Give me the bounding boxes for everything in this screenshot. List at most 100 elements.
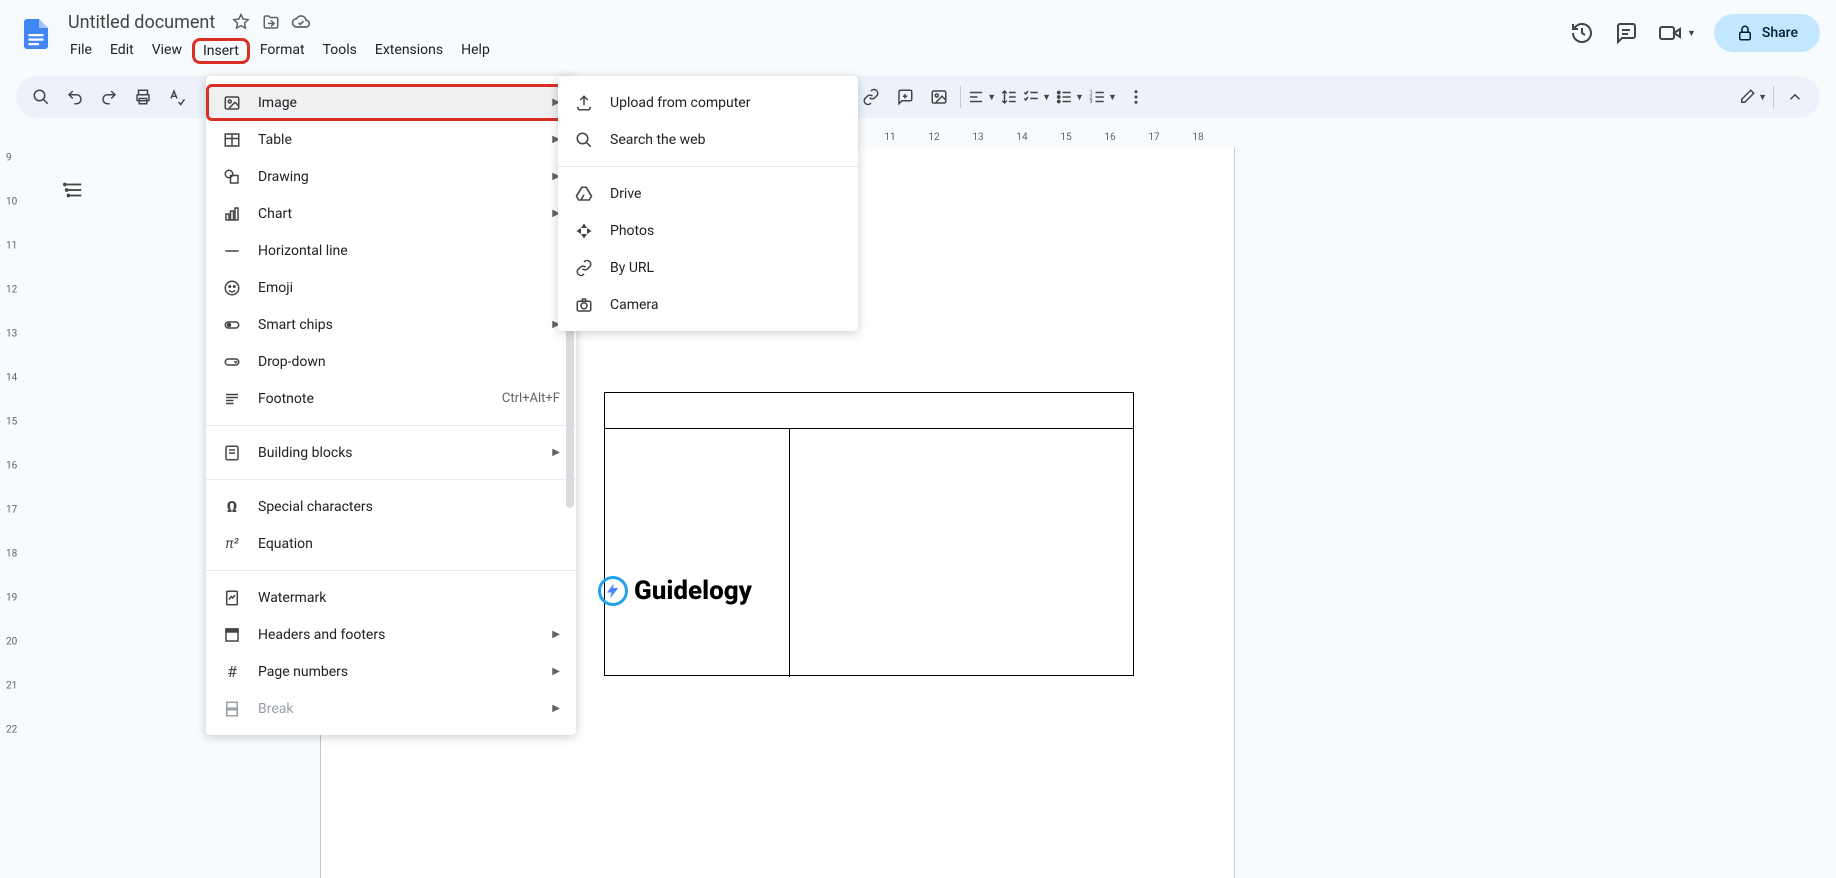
menu-divider bbox=[206, 570, 576, 571]
headersfooters-icon bbox=[222, 625, 242, 645]
menu-insert[interactable]: Insert bbox=[192, 38, 250, 64]
menu-format[interactable]: Format bbox=[252, 38, 313, 64]
menu-tools[interactable]: Tools bbox=[315, 38, 365, 64]
menu-item-label: Image bbox=[258, 95, 536, 111]
image-byurl-item[interactable]: By URL bbox=[558, 249, 858, 286]
insert-hline-item[interactable]: Horizontal line bbox=[206, 232, 576, 269]
insert-pagenumbers-item[interactable]: # Page numbers ▶ bbox=[206, 653, 576, 690]
pagenumbers-icon: # bbox=[222, 662, 242, 682]
image-search-item[interactable]: Search the web bbox=[558, 121, 858, 158]
insert-specialchars-item[interactable]: Ω Special characters bbox=[206, 488, 576, 525]
menu-item-label: Search the web bbox=[610, 132, 842, 148]
menu-item-label: Smart chips bbox=[258, 317, 536, 333]
vertical-ruler[interactable]: 910111213141516171819202122 bbox=[4, 148, 22, 878]
menu-item-label: Chart bbox=[258, 206, 536, 222]
insert-dropdown-item[interactable]: Drop-down bbox=[206, 343, 576, 380]
history-icon[interactable] bbox=[1569, 20, 1595, 46]
menu-item-label: Building blocks bbox=[258, 445, 536, 461]
lock-icon bbox=[1736, 24, 1754, 42]
image-submenu: Upload from computer Search the web Driv… bbox=[558, 76, 858, 331]
menu-divider bbox=[558, 166, 858, 167]
watermark-logo: Guidelogy bbox=[598, 576, 752, 606]
smartchips-icon bbox=[222, 315, 242, 335]
watermark-text: Guidelogy bbox=[634, 576, 752, 606]
document-title[interactable]: Untitled document bbox=[62, 10, 221, 35]
menu-extensions[interactable]: Extensions bbox=[367, 38, 451, 64]
insert-drawing-item[interactable]: Drawing ▶ bbox=[206, 158, 576, 195]
table-row[interactable] bbox=[605, 429, 1133, 677]
comments-icon[interactable] bbox=[1613, 20, 1639, 46]
menu-file[interactable]: File bbox=[62, 38, 100, 64]
editing-mode-button[interactable]: ▼ bbox=[1738, 88, 1767, 106]
undo-button[interactable] bbox=[60, 82, 90, 112]
header-right: ▼ Share bbox=[1569, 8, 1820, 52]
menu-item-label: By URL bbox=[610, 260, 842, 276]
image-drive-item[interactable]: Drive bbox=[558, 175, 858, 212]
menu-item-label: Footnote bbox=[258, 391, 486, 407]
image-icon bbox=[222, 93, 242, 113]
menu-help[interactable]: Help bbox=[453, 38, 498, 64]
header: Untitled document File Edit View Insert … bbox=[0, 0, 1836, 68]
docs-logo[interactable] bbox=[16, 8, 56, 60]
search-menus-button[interactable] bbox=[26, 82, 56, 112]
menu-item-label: Drive bbox=[610, 186, 842, 202]
checklist-button[interactable]: ▼ bbox=[1022, 88, 1051, 106]
drive-icon bbox=[574, 184, 594, 204]
menu-item-label: Drawing bbox=[258, 169, 536, 185]
guidelogy-icon bbox=[598, 576, 628, 606]
image-camera-item[interactable]: Camera bbox=[558, 286, 858, 323]
collapse-toolbar-button[interactable] bbox=[1780, 82, 1810, 112]
align-button[interactable]: ▼ bbox=[967, 88, 996, 106]
show-outline-button[interactable] bbox=[56, 172, 92, 208]
star-icon[interactable] bbox=[231, 12, 251, 32]
menu-divider bbox=[206, 425, 576, 426]
meet-icon bbox=[1657, 20, 1683, 46]
document-table[interactable] bbox=[604, 392, 1134, 676]
insert-watermark-item[interactable]: Watermark bbox=[206, 579, 576, 616]
image-upload-item[interactable]: Upload from computer bbox=[558, 84, 858, 121]
insert-chart-item[interactable]: Chart ▶ bbox=[206, 195, 576, 232]
insert-emoji-item[interactable]: Emoji bbox=[206, 269, 576, 306]
print-button[interactable] bbox=[128, 82, 158, 112]
table-icon bbox=[222, 130, 242, 150]
insert-image-button[interactable] bbox=[924, 82, 954, 112]
chart-icon bbox=[222, 204, 242, 224]
menu-edit[interactable]: Edit bbox=[102, 38, 142, 64]
insert-equation-item[interactable]: π² Equation bbox=[206, 525, 576, 562]
bulleted-list-button[interactable]: ▼ bbox=[1055, 88, 1084, 106]
menu-view[interactable]: View bbox=[144, 38, 190, 64]
search-icon bbox=[574, 130, 594, 150]
menu-item-label: Drop-down bbox=[258, 354, 560, 370]
share-button[interactable]: Share bbox=[1714, 14, 1820, 52]
equation-icon: π² bbox=[222, 534, 242, 554]
insert-headersfooters-item[interactable]: Headers and footers ▶ bbox=[206, 616, 576, 653]
svg-text:3: 3 bbox=[1089, 99, 1092, 105]
upload-icon bbox=[574, 93, 594, 113]
menu-divider bbox=[206, 479, 576, 480]
cloud-status-icon[interactable] bbox=[291, 12, 311, 32]
numbered-list-button[interactable]: 123▼ bbox=[1088, 88, 1117, 106]
link-icon bbox=[574, 258, 594, 278]
insert-footnote-item[interactable]: Footnote Ctrl+Alt+F bbox=[206, 380, 576, 417]
share-label: Share bbox=[1762, 25, 1798, 41]
redo-button[interactable] bbox=[94, 82, 124, 112]
insert-table-item[interactable]: Table ▶ bbox=[206, 121, 576, 158]
title-area: Untitled document File Edit View Insert … bbox=[62, 8, 1569, 64]
spellcheck-button[interactable] bbox=[162, 82, 192, 112]
insert-image-item[interactable]: Image ▶ bbox=[206, 84, 576, 121]
line-spacing-button[interactable] bbox=[1000, 88, 1018, 106]
camera-icon bbox=[574, 295, 594, 315]
insert-smartchips-item[interactable]: Smart chips ▶ bbox=[206, 306, 576, 343]
menu-item-label: Upload from computer bbox=[610, 95, 842, 111]
add-comment-button[interactable] bbox=[890, 82, 920, 112]
move-icon[interactable] bbox=[261, 12, 281, 32]
image-photos-item[interactable]: Photos bbox=[558, 212, 858, 249]
menu-item-label: Headers and footers bbox=[258, 627, 536, 643]
menu-item-label: Emoji bbox=[258, 280, 560, 296]
insert-link-button[interactable] bbox=[856, 82, 886, 112]
insert-buildingblocks-item[interactable]: Building blocks ▶ bbox=[206, 434, 576, 471]
meet-button[interactable]: ▼ bbox=[1657, 20, 1696, 46]
more-options-button[interactable] bbox=[1121, 82, 1151, 112]
table-row[interactable] bbox=[605, 393, 1133, 429]
menu-item-label: Special characters bbox=[258, 499, 560, 515]
